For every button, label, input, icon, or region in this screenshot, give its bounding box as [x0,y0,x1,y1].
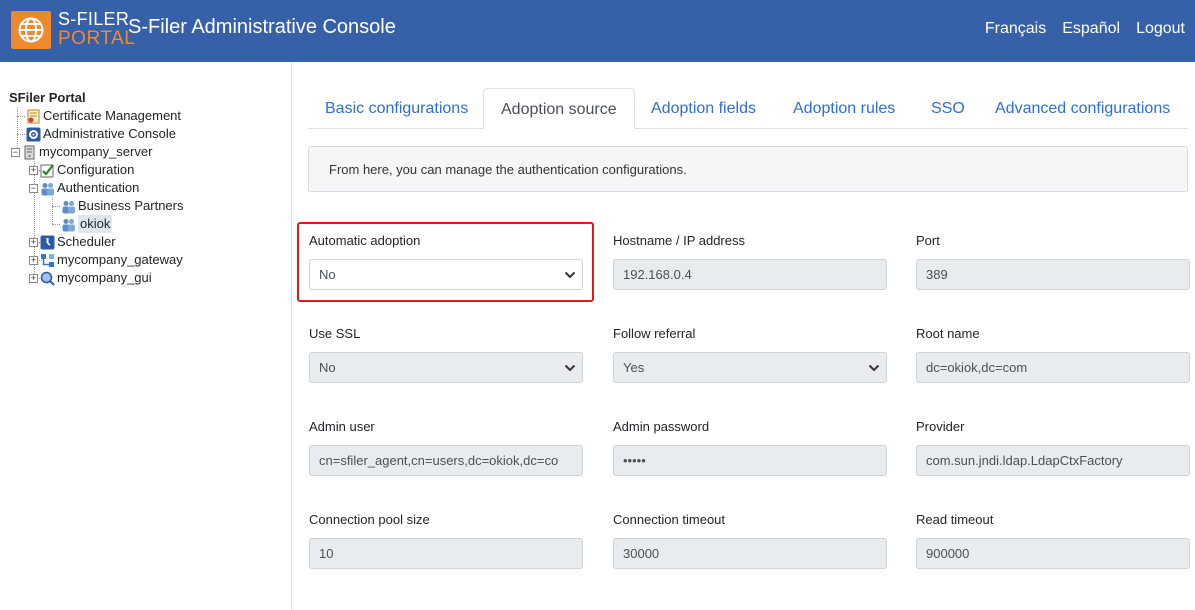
tree-item-business-partners[interactable]: Business Partners [61,197,184,215]
tree-item-authentication[interactable]: − Authentication [29,179,139,197]
tree-item-label: Administrative Console [43,126,176,141]
tree-item-administrative-console[interactable]: Administrative Console [26,125,176,143]
field-label: Connection timeout [613,512,726,527]
field-follow-referral: Follow referral Yes [613,326,887,383]
tree-item-label: mycompany_gateway [57,252,183,267]
tree-item-label: Authentication [57,180,140,195]
tab-advanced-configurations[interactable]: Advanced configurations [978,88,1187,129]
brand-line2: PORTAL [58,28,136,49]
gear-icon [26,127,41,142]
network-icon [40,253,55,268]
field-label: Provider [916,419,965,434]
field-automatic-adoption: Automatic adoption No [309,233,583,290]
app-header: S-FILER PORTAL S-Filer Administrative Co… [0,0,1195,62]
navigation-tree: SFiler Portal Certificate Management Adm… [9,89,184,286]
field-label: Port [916,233,940,248]
tab-adoption-rules[interactable]: Adoption rules [776,88,912,129]
certificate-icon [26,109,41,124]
admin-user-input[interactable]: cn=sfiler_agent,cn=users,dc=okiok,dc=co [309,445,583,476]
tree-item-mycompany-server[interactable]: − mycompany_server [11,143,152,161]
hostname-input[interactable]: 192.168.0.4 [613,259,887,290]
tab-sso[interactable]: SSO [914,88,982,129]
field-label: Root name [916,326,980,341]
field-use-ssl: Use SSL No [309,326,583,383]
lang-spanish-link[interactable]: Español [1062,20,1120,38]
pool-size-input[interactable]: 10 [309,538,583,569]
search-globe-icon [40,271,55,286]
tree-item-label: Scheduler [57,234,116,249]
tree-item-mycompany-gateway[interactable]: + mycompany_gateway [29,251,183,269]
server-icon [22,145,37,160]
field-label: Follow referral [613,326,696,341]
chevron-down-icon [868,364,880,372]
field-admin-password: Admin password ••••• [613,419,887,476]
globe-logo-icon [11,11,51,49]
tab-adoption-source[interactable]: Adoption source [483,88,635,130]
lang-french-link[interactable]: Français [985,20,1046,38]
logout-link[interactable]: Logout [1136,20,1185,38]
field-connection-timeout: Connection timeout 30000 [613,512,887,569]
field-label: Admin user [309,419,375,434]
root-name-input[interactable]: dc=okiok,dc=com [916,352,1190,383]
expand-toggle[interactable]: + [29,237,38,247]
tab-basic-configurations[interactable]: Basic configurations [308,88,485,129]
connection-timeout-input[interactable]: 30000 [613,538,887,569]
expand-toggle[interactable]: + [29,273,38,283]
tree-item-label: mycompany_server [39,144,153,159]
expand-toggle[interactable]: + [29,165,38,175]
field-root-name: Root name dc=okiok,dc=com [916,326,1190,383]
tree-item-label: mycompany_gui [57,270,152,285]
tree-item-mycompany-gui[interactable]: + mycompany_gui [29,269,152,287]
tab-adoption-fields[interactable]: Adoption fields [634,88,773,129]
admin-password-input[interactable]: ••••• [613,445,887,476]
tree-root[interactable]: SFiler Portal [9,89,86,107]
chevron-down-icon [564,271,576,279]
expand-toggle[interactable]: + [29,255,38,265]
users-icon [61,217,76,232]
select-value: No [319,360,336,375]
collapse-toggle[interactable]: − [11,147,20,157]
field-label: Use SSL [309,326,361,341]
automatic-adoption-select[interactable]: No [309,259,583,290]
field-provider: Provider com.sun.jndi.ldap.LdapCtxFactor… [916,419,1190,476]
brand-line1: S-FILER [58,9,130,29]
field-label: Read timeout [916,512,994,527]
chevron-down-icon [564,364,576,372]
config-tabs: Basic configurations Adoption source Ado… [308,88,1188,130]
tree-item-label: Configuration [57,162,135,177]
checklist-icon [40,163,55,178]
field-admin-user: Admin user cn=sfiler_agent,cn=users,dc=o… [309,419,583,476]
users-icon [61,199,76,214]
tree-item-label: Certificate Management [43,108,182,123]
follow-referral-select[interactable]: Yes [613,352,887,383]
field-label: Admin password [613,419,710,434]
tree-item-certificate-management[interactable]: Certificate Management [26,107,181,125]
field-port: Port 389 [916,233,1190,290]
provider-input[interactable]: com.sun.jndi.ldap.LdapCtxFactory [916,445,1190,476]
field-label: Connection pool size [309,512,430,527]
app-title: S-Filer Administrative Console [128,16,396,38]
tree-item-scheduler[interactable]: + Scheduler [29,233,116,251]
top-nav: Français Español Logout [985,20,1185,38]
brand-logo: S-FILER PORTAL [58,10,135,48]
info-message: From here, you can manage the authentica… [308,146,1188,192]
field-read-timeout: Read timeout 900000 [916,512,1190,569]
field-label: Hostname / IP address [613,233,745,248]
select-value: Yes [623,360,645,375]
sidebar: SFiler Portal Certificate Management Adm… [0,62,292,610]
collapse-toggle[interactable]: − [29,183,38,193]
field-hostname: Hostname / IP address 192.168.0.4 [613,233,887,290]
read-timeout-input[interactable]: 900000 [916,538,1190,569]
field-label: Automatic adoption [309,233,421,248]
clock-icon [40,235,55,250]
use-ssl-select[interactable]: No [309,352,583,383]
tree-item-okiok[interactable]: okiok [61,215,113,233]
tree-item-configuration[interactable]: + Configuration [29,161,134,179]
field-connection-pool-size: Connection pool size 10 [309,512,583,569]
port-input[interactable]: 389 [916,259,1190,290]
select-value: No [319,267,336,282]
tree-item-label: Business Partners [78,198,184,213]
tree-item-label-selected: okiok [78,215,113,233]
users-icon [40,181,55,196]
